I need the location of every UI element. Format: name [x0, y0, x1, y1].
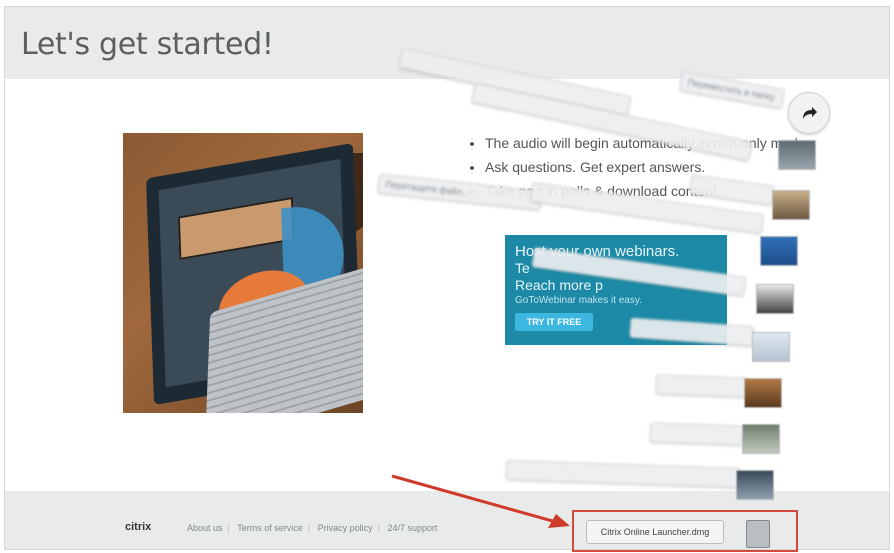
page-header: Let's get started! — [5, 7, 889, 79]
footer-link-privacy[interactable]: Privacy policy — [318, 523, 373, 533]
share-arrow-icon[interactable] — [788, 92, 830, 134]
share-arrow-glyph — [803, 107, 817, 119]
footer-links: About us | Terms of service | Privacy poli… — [187, 523, 438, 533]
laptop-photo — [123, 133, 363, 413]
promo-headline: Host your own webinars. — [515, 243, 680, 260]
webinar-attendees — [177, 196, 295, 260]
feature-item: Take part in polls & download content. — [485, 181, 847, 201]
promo-text: Te — [515, 260, 530, 276]
feature-item: Ask questions. Get expert answers. — [485, 157, 847, 177]
download-file-chip[interactable]: Citrix Online Launcher.dmg — [586, 520, 724, 544]
browser-page: Let's get started! The audio will begin … — [4, 6, 890, 550]
try-free-button[interactable]: TRY IT FREE — [515, 313, 593, 331]
file-icon[interactable] — [746, 520, 770, 548]
brand-logo: citrix — [125, 521, 152, 533]
feature-item: The audio will begin automatically in no… — [485, 133, 847, 153]
promo-subtext: GoToWebinar makes it easy. — [515, 295, 642, 306]
footer-link-terms[interactable]: Terms of service — [237, 523, 303, 533]
promo-text: Reach more p — [515, 277, 603, 293]
footer-link-support[interactable]: 24/7 support — [387, 523, 437, 533]
feature-list: The audio will begin automatically in no… — [467, 133, 847, 205]
footer-link-about[interactable]: About us — [187, 523, 223, 533]
download-highlight: Citrix Online Launcher.dmg — [572, 510, 798, 552]
promo-banner[interactable]: Host your own webinars. Te Reach more p … — [505, 235, 727, 345]
page-title: Let's get started! — [21, 27, 274, 62]
